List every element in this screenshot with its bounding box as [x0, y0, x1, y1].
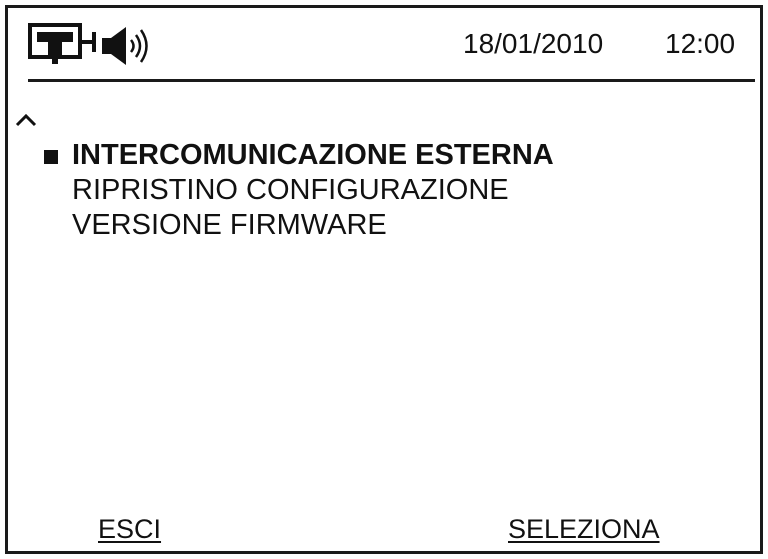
menu-item-label: VERSIONE FIRMWARE: [72, 209, 387, 241]
status-date: 18/01/2010: [463, 28, 604, 59]
menu-item-label: INTERCOMUNICAZIONE ESTERNA: [72, 139, 554, 171]
exit-softkey[interactable]: ESCI: [98, 513, 161, 545]
device-screen: 18/01/2010 12:00 INTERCOMUNICAZIONE ESTE…: [5, 5, 763, 554]
network-connection-icon: [28, 22, 104, 68]
speaker-volume-icon: [100, 24, 160, 68]
menu-item-label: RIPRISTINO CONFIGURAZIONE: [72, 174, 509, 206]
selection-marker-icon: [44, 150, 58, 164]
menu-item-intercomunicazione-esterna[interactable]: INTERCOMUNICAZIONE ESTERNA: [44, 138, 554, 173]
menu-item-versione-firmware[interactable]: VERSIONE FIRMWARE: [44, 208, 554, 243]
status-bar: 18/01/2010 12:00: [8, 8, 760, 78]
menu-item-ripristino-configurazione[interactable]: RIPRISTINO CONFIGURAZIONE: [44, 173, 554, 208]
header-divider: [28, 79, 755, 82]
settings-menu: INTERCOMUNICAZIONE ESTERNA RIPRISTINO CO…: [44, 138, 554, 243]
status-time: 12:00: [665, 28, 736, 59]
chevron-up-icon[interactable]: [14, 112, 38, 128]
select-softkey[interactable]: SELEZIONA: [508, 513, 660, 545]
